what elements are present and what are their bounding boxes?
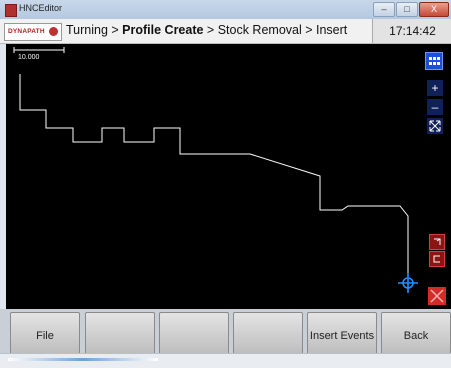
step-back-icon xyxy=(433,255,440,263)
breadcrumb-current-section: Profile Create xyxy=(122,23,204,37)
status-indicator xyxy=(8,358,158,361)
zoom-out-button[interactable]: – xyxy=(427,99,443,115)
back-button[interactable]: Back xyxy=(381,312,451,359)
zoom-in-button[interactable]: + xyxy=(427,80,443,96)
step-back-button[interactable] xyxy=(429,251,445,267)
clock-display: 17:14:42 xyxy=(372,19,451,43)
step-forward-button[interactable] xyxy=(429,234,445,250)
profile-drawing xyxy=(13,47,409,274)
status-strip xyxy=(0,353,451,368)
function-key-3[interactable] xyxy=(159,312,229,359)
header-bar: DYNAPATH Turning > Profile Create > Stoc… xyxy=(0,19,451,44)
profile-path xyxy=(19,74,409,274)
logo-text: DYNAPATH xyxy=(8,28,45,35)
breadcrumb-root: Turning > xyxy=(66,23,123,37)
minimize-button[interactable]: – xyxy=(373,2,395,17)
crosshair-cursor-icon[interactable] xyxy=(397,272,419,294)
profile-viewport[interactable]: 10.000 + – xyxy=(6,44,451,309)
window-titlebar: HNCEditor – □ X xyxy=(0,0,451,19)
grid-toggle-button[interactable] xyxy=(425,52,443,70)
fit-view-button[interactable] xyxy=(427,118,443,134)
function-key-2[interactable] xyxy=(85,312,155,359)
delete-icon xyxy=(430,289,444,303)
fit-icon xyxy=(429,120,441,132)
app-icon xyxy=(5,4,17,17)
scale-label: 10.000 xyxy=(18,54,40,61)
grid-icon xyxy=(429,57,440,65)
dynapath-logo: DYNAPATH xyxy=(4,23,62,41)
breadcrumb: Turning > Profile Create > Stock Removal… xyxy=(66,23,347,37)
maximize-button[interactable]: □ xyxy=(396,2,418,17)
logo-mark-icon xyxy=(49,27,58,36)
delete-button[interactable] xyxy=(428,287,446,305)
file-button[interactable]: File xyxy=(10,312,80,359)
breadcrumb-tail: > Stock Removal > Insert xyxy=(203,23,348,37)
step-forward-icon xyxy=(434,238,441,245)
close-button[interactable]: X xyxy=(419,2,449,17)
function-key-4[interactable] xyxy=(233,312,303,359)
insert-events-button[interactable]: Insert Events xyxy=(307,312,377,359)
window-title: HNCEditor xyxy=(19,3,63,13)
